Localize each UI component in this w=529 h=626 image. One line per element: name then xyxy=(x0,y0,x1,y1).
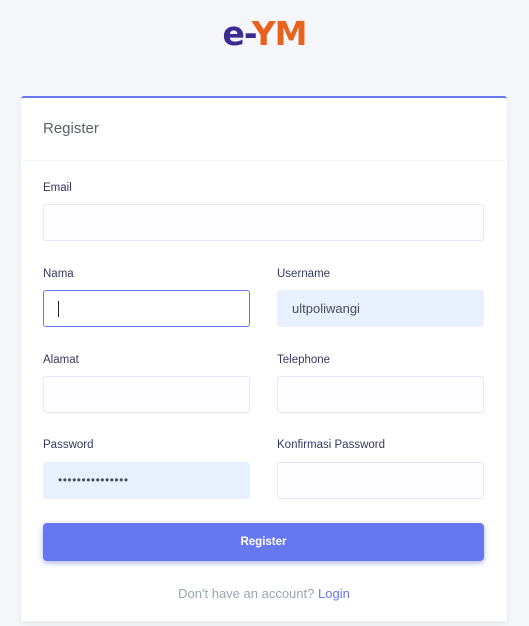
login-prompt: Don't have an account? Login xyxy=(21,586,507,601)
username-input[interactable]: ultpoliwangi xyxy=(277,290,484,327)
card-title: Register xyxy=(43,120,99,137)
register-button[interactable]: Register xyxy=(43,523,484,561)
alamat-input[interactable] xyxy=(43,376,250,413)
logo-part-2: YM xyxy=(251,14,308,53)
login-link[interactable]: Login xyxy=(318,586,350,601)
konfirmasi-password-input[interactable] xyxy=(277,462,484,499)
alamat-label: Alamat xyxy=(43,354,79,366)
logo-part-1: e- xyxy=(222,14,253,53)
telephone-input[interactable] xyxy=(277,376,484,413)
email-label: Email xyxy=(43,182,72,194)
telephone-label: Telephone xyxy=(277,354,331,366)
card-header: Register xyxy=(21,98,507,161)
nama-input[interactable] xyxy=(43,290,250,327)
text-caret xyxy=(58,300,59,317)
password-label: Password xyxy=(43,439,94,451)
username-label: Username xyxy=(277,268,331,280)
nama-label: Nama xyxy=(43,268,74,280)
app-logo: e-YM xyxy=(0,14,529,54)
email-input[interactable] xyxy=(43,204,484,241)
konfirmasi-password-label: Konfirmasi Password xyxy=(277,439,386,451)
register-card: Register Email Nama Username ultpoliwang… xyxy=(21,96,507,621)
login-prompt-text: Don't have an account? xyxy=(178,586,315,601)
password-input[interactable]: ••••••••••••••• xyxy=(43,462,250,499)
